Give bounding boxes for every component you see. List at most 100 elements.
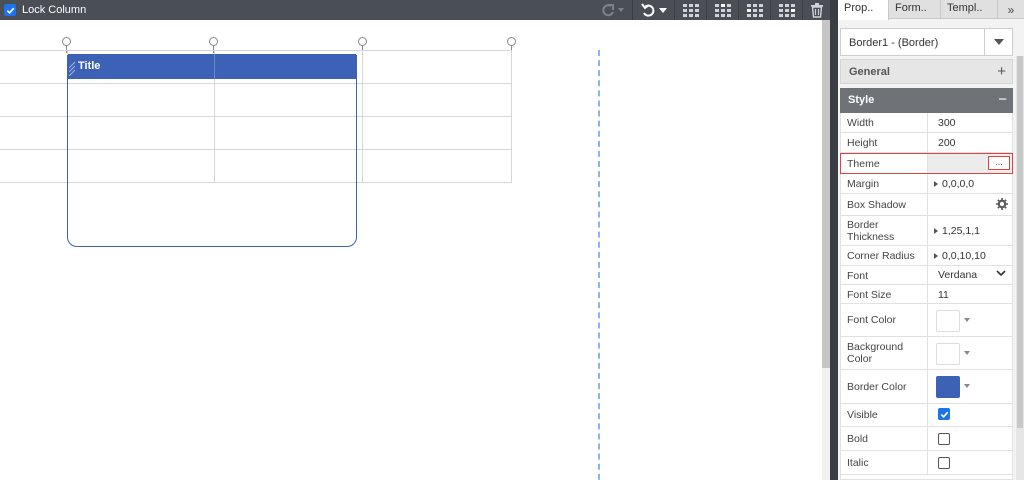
lock-column-label: Lock Column: [22, 4, 87, 16]
element-selector-dropdown[interactable]: [984, 29, 1012, 55]
prop-value: 200: [938, 137, 956, 149]
prop-label: Font Size: [847, 289, 892, 301]
insert-row-below-button[interactable]: [706, 0, 738, 20]
general-section-label: General: [849, 66, 890, 78]
border-color-picker[interactable]: [927, 370, 1012, 403]
prop-row-visible: Visible: [840, 404, 1013, 427]
caret-down-icon[interactable]: [964, 351, 970, 355]
prop-value: Verdana: [938, 269, 978, 281]
caret-down-icon[interactable]: [964, 318, 970, 322]
report-designer: Lock Column Title Prop.. Form.. Templ.. …: [0, 0, 1024, 480]
lock-column-toggle[interactable]: Lock Column: [4, 2, 86, 18]
prop-row-bold: Bold: [840, 427, 1013, 451]
style-section-label: Style: [848, 94, 875, 106]
color-swatch[interactable]: [936, 376, 960, 398]
column-resize-handle[interactable]: [62, 37, 71, 46]
tab-templates[interactable]: Templ..: [941, 0, 998, 19]
prop-value: 1,25,1,1: [942, 225, 980, 237]
prop-value-cell[interactable]: 0,0,0,0: [927, 174, 1012, 193]
grid-line: [511, 50, 512, 182]
prop-row-theme: Theme ...: [840, 153, 1013, 174]
prop-value-cell[interactable]: 300: [927, 113, 1012, 132]
font-select[interactable]: Verdana: [927, 266, 1012, 284]
design-canvas[interactable]: Title: [0, 20, 822, 480]
table-insert-row-below-icon: [714, 4, 731, 17]
prop-value-cell[interactable]: 1,25,1,1: [927, 216, 1012, 245]
prop-label: Font Color: [847, 314, 897, 326]
tab-format[interactable]: Form..: [889, 0, 941, 19]
chevron-down-icon: [996, 270, 1006, 277]
prop-label: Border Thickness: [847, 219, 895, 243]
expand-triangle-icon[interactable]: [934, 228, 938, 235]
prop-value-cell[interactable]: ...: [927, 154, 1012, 173]
prop-row-partial: [840, 475, 1013, 480]
color-swatch[interactable]: [936, 343, 960, 365]
general-section-header[interactable]: General +: [840, 59, 1013, 84]
grid-line: [362, 50, 363, 182]
grid-line: [0, 50, 512, 51]
expand-triangle-icon[interactable]: [934, 253, 938, 260]
bold-checkbox[interactable]: [938, 433, 950, 445]
lock-column-checkbox[interactable]: [4, 4, 16, 16]
prop-value: 0,0,0,0: [942, 178, 975, 190]
prop-row-italic: Italic: [840, 451, 1013, 475]
prop-value-cell[interactable]: 200: [927, 133, 1012, 152]
visible-checkbox[interactable]: [938, 408, 950, 420]
italic-checkbox[interactable]: [938, 457, 950, 469]
background-color-picker[interactable]: [927, 337, 1012, 369]
column-resize-handle[interactable]: [507, 37, 516, 46]
canvas-scrollbar-thumb[interactable]: [822, 20, 830, 368]
panel-scrollbar[interactable]: [1016, 56, 1024, 480]
delete-button[interactable]: [802, 0, 830, 20]
table-insert-column-right-icon: [778, 4, 795, 17]
insert-column-right-button[interactable]: [770, 0, 802, 20]
insert-row-above-button[interactable]: [674, 0, 706, 20]
prop-label: Border Color: [847, 381, 907, 393]
prop-value-cell[interactable]: 11: [927, 285, 1012, 303]
prop-label: Font: [847, 270, 869, 282]
prop-value: 0,0,10,10: [942, 250, 986, 262]
tab-properties[interactable]: Prop..: [838, 0, 889, 20]
prop-label: Italic: [847, 457, 869, 469]
prop-value: 11: [938, 289, 949, 301]
border1-element[interactable]: [67, 55, 357, 247]
panel-scrollbar-thumb[interactable]: [1017, 56, 1023, 428]
column-resize-handle[interactable]: [358, 37, 367, 46]
expand-triangle-icon[interactable]: [934, 181, 938, 188]
properties-panel: Prop.. Form.. Templ.. » Border1 - (Borde…: [838, 0, 1024, 480]
redo-button[interactable]: [592, 0, 632, 20]
border-title-text: Title: [78, 60, 101, 72]
theme-browse-button[interactable]: ...: [988, 156, 1010, 170]
canvas-scrollbar[interactable]: [822, 20, 830, 480]
caret-down-icon[interactable]: [964, 384, 970, 388]
prop-label: Bold: [847, 433, 869, 445]
more-tabs-button[interactable]: »: [998, 0, 1024, 19]
table-insert-row-icon: [682, 4, 699, 17]
column-resize-handle[interactable]: [209, 37, 218, 46]
prop-row-background-color: Background Color: [840, 337, 1013, 370]
prop-value-cell[interactable]: 0,0,10,10: [927, 246, 1012, 265]
prop-row-margin: Margin 0,0,0,0: [840, 174, 1013, 194]
border-title-bar[interactable]: Title: [68, 54, 356, 79]
prop-row-border-color: Border Color: [840, 370, 1013, 404]
gear-icon[interactable]: [996, 198, 1008, 210]
top-toolbar: Lock Column: [0, 0, 830, 20]
prop-value-cell: [927, 404, 1012, 426]
collapse-icon: −: [998, 91, 1007, 108]
undo-button[interactable]: [632, 0, 674, 20]
style-section-header[interactable]: Style −: [840, 88, 1013, 113]
undo-icon: [640, 3, 667, 17]
font-color-picker[interactable]: [927, 304, 1012, 336]
prop-value: 300: [938, 117, 956, 129]
element-selector[interactable]: Border1 - (Border): [840, 28, 1013, 56]
insert-column-left-button[interactable]: [738, 0, 770, 20]
prop-row-border-thickness: Border Thickness 1,25,1,1: [840, 216, 1013, 246]
prop-value-cell[interactable]: [927, 194, 1012, 215]
panel-tabs: Prop.. Form.. Templ.. »: [838, 0, 1024, 20]
redo-icon: [602, 4, 624, 17]
color-swatch[interactable]: [936, 310, 960, 332]
resize-grip-icon: [69, 61, 75, 76]
prop-label: Visible: [847, 409, 878, 421]
panel-splitter[interactable]: [830, 0, 838, 480]
prop-row-font: Font Verdana: [840, 266, 1013, 285]
